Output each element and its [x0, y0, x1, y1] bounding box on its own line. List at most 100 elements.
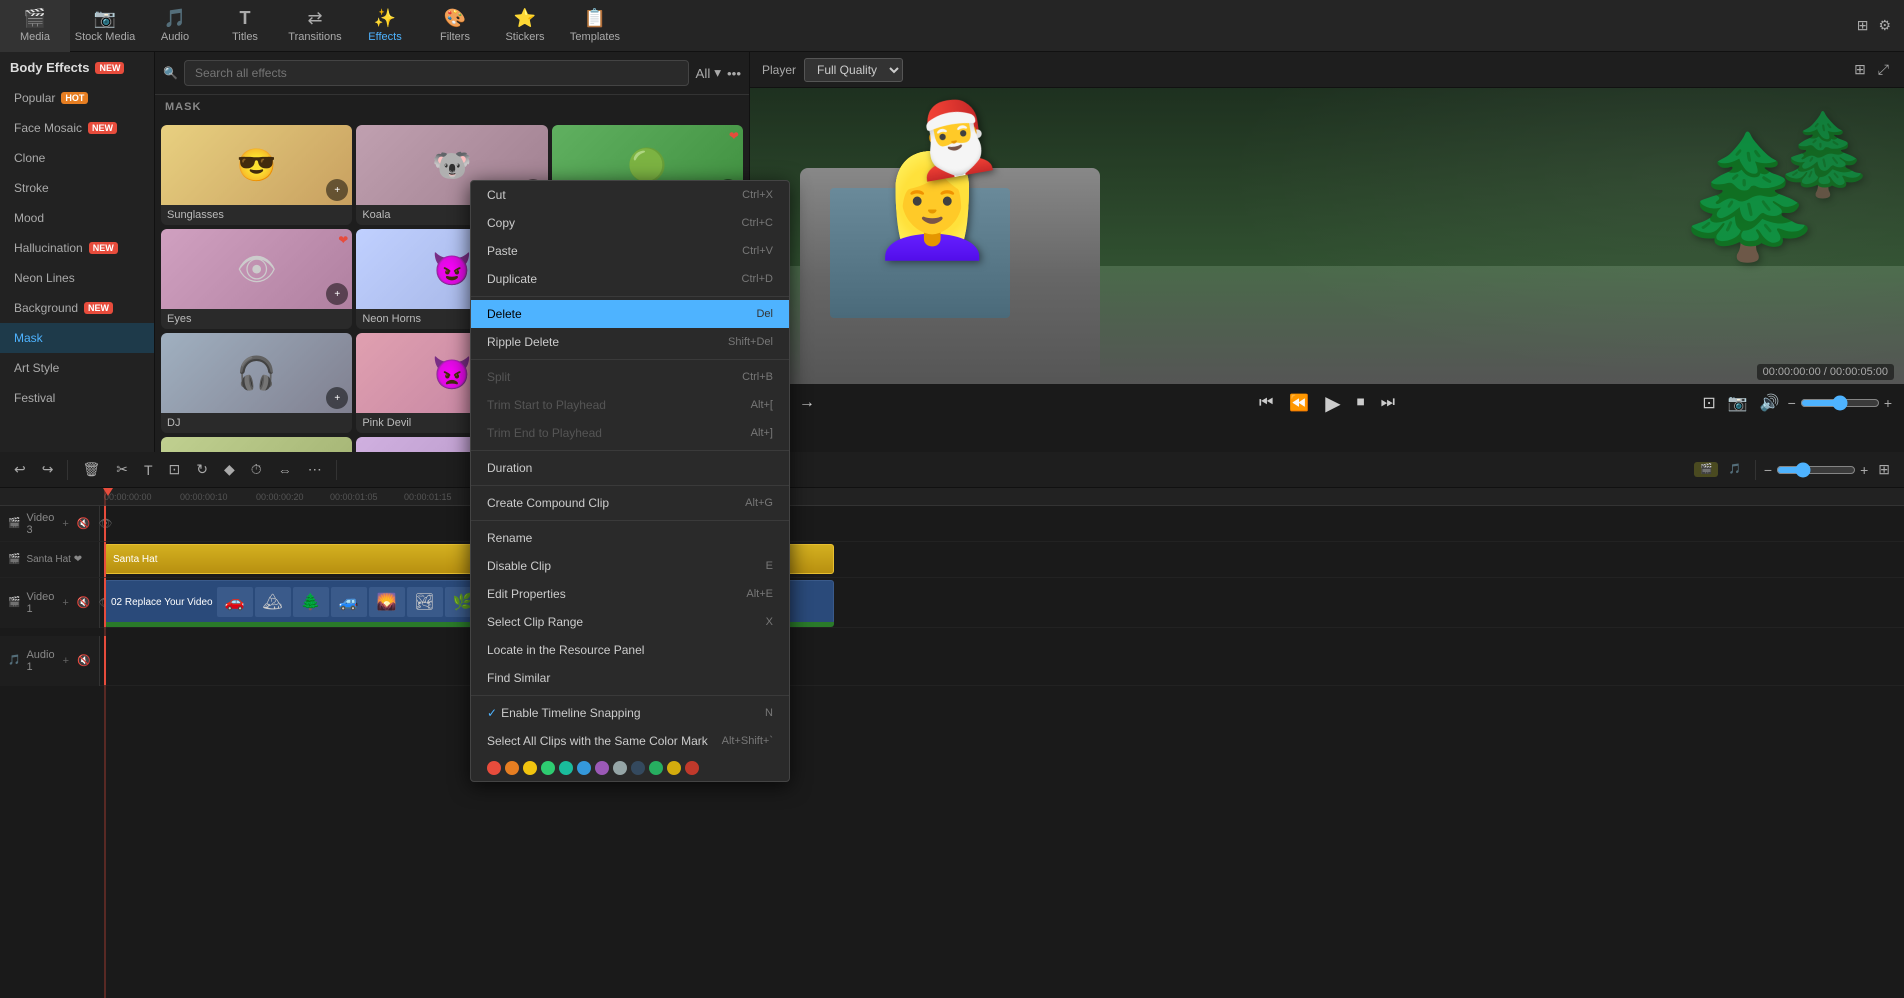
ctx-create-compound[interactable]: Create Compound Clip Alt+G: [471, 489, 789, 517]
ctx-cut[interactable]: Cut Ctrl+X: [471, 181, 789, 209]
expand-icon[interactable]: ⤢: [1875, 58, 1892, 81]
ctx-select-color-mark[interactable]: Select All Clips with the Same Color Mar…: [471, 727, 789, 755]
effect-sunglasses[interactable]: 😎 + Sunglasses: [161, 125, 352, 225]
toolbar-audio[interactable]: 🎵 Audio: [140, 0, 210, 52]
skip-forward-btn[interactable]: ⏭: [1377, 390, 1399, 416]
stop-btn[interactable]: ⏹: [1353, 390, 1369, 416]
ctx-duplicate[interactable]: Duplicate Ctrl+D: [471, 265, 789, 293]
toolbar-stickers[interactable]: ⭐ Stickers: [490, 0, 560, 52]
sidebar-item-clone[interactable]: Clone: [0, 143, 154, 173]
zoom-slider[interactable]: [1800, 395, 1880, 411]
zoom-in-btn[interactable]: +: [1884, 395, 1892, 411]
swatch-purple[interactable]: [595, 761, 609, 775]
toolbar-titles[interactable]: T Titles: [210, 0, 280, 52]
sidebar-item-art-style[interactable]: Art Style: [0, 353, 154, 383]
swatch-orange[interactable]: [505, 761, 519, 775]
sidebar-item-face-mosaic[interactable]: Face Mosaic NEW: [0, 113, 154, 143]
track3-add-btn[interactable]: +: [60, 516, 70, 532]
rotate-btn[interactable]: ↻: [190, 457, 214, 482]
filter-all-btn[interactable]: All ▾: [695, 65, 721, 81]
ctx-delete[interactable]: Delete Del: [471, 300, 789, 328]
ctx-paste[interactable]: Paste Ctrl+V: [471, 237, 789, 265]
toolbar-filters[interactable]: 🎨 Filters: [420, 0, 490, 52]
timeline-zoom-out[interactable]: −: [1764, 462, 1772, 478]
audio1-add-btn[interactable]: +: [61, 653, 71, 669]
screenshot-btn[interactable]: 📷: [1724, 389, 1752, 417]
crop-btn[interactable]: ⊡: [163, 457, 187, 482]
swatch-teal[interactable]: [559, 761, 573, 775]
swatch-blue[interactable]: [577, 761, 591, 775]
keyframe-btn[interactable]: ◆: [218, 457, 241, 482]
transform-btn[interactable]: ⇔: [272, 458, 298, 482]
arrow-right-btn[interactable]: →: [795, 390, 819, 416]
ctx-locate-resource[interactable]: Locate in the Resource Panel: [471, 636, 789, 664]
ctx-ripple-delete[interactable]: Ripple Delete Shift+Del: [471, 328, 789, 356]
swatch-yellow[interactable]: [523, 761, 537, 775]
ctx-select-range[interactable]: Select Clip Range X: [471, 608, 789, 636]
effect-eyes[interactable]: 👁 ❤ + Eyes: [161, 229, 352, 329]
add-track-btn[interactable]: 🎬: [1694, 462, 1718, 477]
sidebar-item-festival[interactable]: Festival: [0, 383, 154, 413]
ctx-enable-snapping[interactable]: ✓ Enable Timeline Snapping N: [471, 699, 789, 727]
ctx-trim-end[interactable]: Trim End to Playhead Alt+]: [471, 419, 789, 447]
volume-btn[interactable]: 🔊: [1756, 389, 1784, 417]
crop-btn[interactable]: ⊡: [1698, 389, 1719, 417]
ctx-edit-properties[interactable]: Edit Properties Alt+E: [471, 580, 789, 608]
swatch-green[interactable]: [541, 761, 555, 775]
more-btn[interactable]: ⋯: [302, 457, 328, 482]
audio1-mute-btn[interactable]: 🔇: [75, 652, 93, 669]
checkmark-icon: ✓: [487, 706, 497, 720]
toolbar-stock-media[interactable]: 📷 Stock Media: [70, 0, 140, 52]
zoom-out-btn[interactable]: −: [1788, 395, 1796, 411]
ctx-disable[interactable]: Disable Clip E: [471, 552, 789, 580]
settings-btn[interactable]: ⚙: [1875, 14, 1894, 37]
quality-select[interactable]: Full Quality 1/2 Quality 1/4 Quality: [804, 58, 903, 82]
more-options-btn[interactable]: •••: [727, 66, 741, 81]
track1-add-btn[interactable]: +: [60, 595, 70, 611]
sidebar-item-mask[interactable]: Mask: [0, 323, 154, 353]
ctx-find-similar[interactable]: Find Similar: [471, 664, 789, 692]
timeline-zoom-slider[interactable]: [1776, 462, 1856, 478]
sidebar-item-background[interactable]: Background NEW: [0, 293, 154, 323]
ctx-rename[interactable]: Rename: [471, 524, 789, 552]
undo-btn[interactable]: ↩: [8, 457, 32, 482]
effect-name: Sunglasses: [161, 205, 352, 225]
swatch-dark-gray[interactable]: [631, 761, 645, 775]
effect-dj[interactable]: 🎧 + DJ: [161, 333, 352, 433]
ctx-duration[interactable]: Duration: [471, 454, 789, 482]
sidebar-item-hallucination[interactable]: Hallucination NEW: [0, 233, 154, 263]
toolbar-effects[interactable]: ✨ Effects: [350, 0, 420, 52]
step-back-btn[interactable]: ⏪: [1285, 389, 1313, 417]
timeline-zoom-in[interactable]: +: [1860, 462, 1868, 478]
swatch-gray[interactable]: [613, 761, 627, 775]
audio-track-btn[interactable]: 🎵: [1722, 460, 1746, 479]
sidebar-item-popular[interactable]: Popular HOT: [0, 83, 154, 113]
delete-btn[interactable]: 🗑: [76, 457, 106, 482]
search-input[interactable]: [184, 60, 690, 86]
swatch-red[interactable]: [487, 761, 501, 775]
swatch-gold[interactable]: [667, 761, 681, 775]
text-btn[interactable]: T: [138, 458, 159, 482]
sidebar-item-mood[interactable]: Mood: [0, 203, 154, 233]
redo-btn[interactable]: ↪: [36, 457, 60, 482]
skip-back-btn[interactable]: ⏮: [1255, 390, 1277, 416]
swatch-dark-green[interactable]: [649, 761, 663, 775]
ctx-copy[interactable]: Copy Ctrl+C: [471, 209, 789, 237]
track1-mute-btn[interactable]: 🔇: [75, 594, 93, 611]
grid-view-btn[interactable]: ⊞: [1854, 14, 1872, 37]
sidebar-item-stroke[interactable]: Stroke: [0, 173, 154, 203]
toolbar-templates[interactable]: 📋 Templates: [560, 0, 630, 52]
swatch-dark-red[interactable]: [685, 761, 699, 775]
sidebar-item-neon-lines[interactable]: Neon Lines: [0, 263, 154, 293]
layout-grid-icon[interactable]: ⊞: [1851, 58, 1869, 81]
ctx-trim-start[interactable]: Trim Start to Playhead Alt+[: [471, 391, 789, 419]
toolbar-transitions[interactable]: ⇄ Transitions: [280, 0, 350, 52]
scissors-btn[interactable]: ✂: [110, 457, 134, 482]
video-scene: 👱‍♀️ 🎅 🌲 🌲: [750, 88, 1904, 384]
toolbar-media[interactable]: 🎬 Media: [0, 0, 70, 52]
grid-btn[interactable]: ⊞: [1872, 457, 1896, 482]
track3-mute-btn[interactable]: 🔇: [75, 515, 93, 532]
ctx-split[interactable]: Split Ctrl+B: [471, 363, 789, 391]
play-btn[interactable]: ▶: [1321, 387, 1344, 420]
speed-btn[interactable]: ⏱: [245, 457, 268, 482]
